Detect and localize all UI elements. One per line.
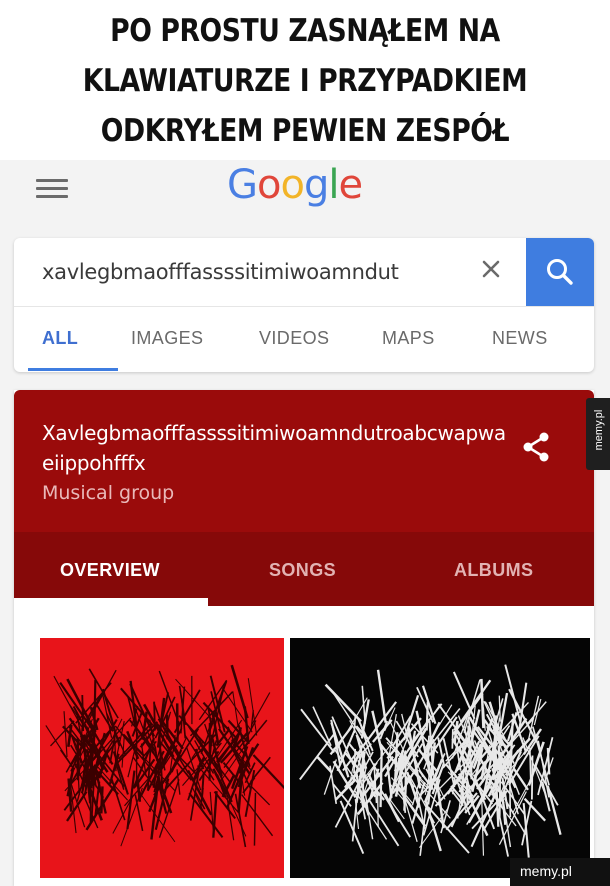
band-name: Xavlegbmaofffassssitimiwoamndutroabcwapw… bbox=[42, 421, 506, 475]
tab-news[interactable]: NEWS bbox=[492, 328, 548, 349]
knowledge-panel-tabs: OVERVIEW SONGS ALBUMS bbox=[14, 532, 594, 606]
memy-watermark-bottom: memy.pl bbox=[510, 858, 610, 886]
tab-images[interactable]: IMAGES bbox=[131, 328, 203, 349]
share-icon[interactable] bbox=[519, 430, 553, 464]
knowledge-panel-header: Xavlegbmaofffassssitimiwoamndutroabcwapw… bbox=[14, 390, 594, 606]
search-button[interactable] bbox=[526, 238, 594, 306]
tab-songs[interactable]: SONGS bbox=[269, 560, 336, 581]
search-input[interactable]: xavlegbmaofffassssitimiwoamndut bbox=[42, 260, 399, 284]
memy-watermark-side: memy.pl bbox=[586, 398, 610, 470]
tab-all[interactable]: ALL bbox=[42, 328, 78, 349]
active-tab-indicator bbox=[28, 368, 118, 371]
band-logo-black-image[interactable] bbox=[290, 638, 590, 878]
active-tab-indicator bbox=[14, 598, 208, 606]
top-bar: Google bbox=[0, 160, 610, 222]
google-screenshot: Google xavlegbmaofffassssitimiwoamndut A… bbox=[0, 160, 610, 886]
entity-type: Musical group bbox=[42, 482, 175, 504]
knowledge-panel: Xavlegbmaofffassssitimiwoamndutroabcwapw… bbox=[14, 390, 594, 886]
caption-line-2: KLAWIATURZE I PRZYPADKIEM bbox=[82, 63, 528, 99]
band-logo-red-image[interactable] bbox=[40, 638, 284, 878]
hamburger-menu-icon[interactable] bbox=[36, 177, 68, 199]
tab-maps[interactable]: MAPS bbox=[382, 328, 435, 349]
tab-albums[interactable]: ALBUMS bbox=[454, 560, 533, 581]
search-icon bbox=[547, 259, 573, 285]
google-logo[interactable]: Google bbox=[227, 162, 363, 208]
tab-videos[interactable]: VIDEOS bbox=[259, 328, 329, 349]
caption-line-1: PO PROSTU ZASNĄŁEM NA bbox=[110, 13, 500, 49]
clear-icon[interactable] bbox=[476, 254, 506, 284]
search-card: xavlegbmaofffassssitimiwoamndut ALL IMAG… bbox=[14, 238, 594, 372]
tab-overview[interactable]: OVERVIEW bbox=[60, 560, 160, 581]
search-tabs: ALL IMAGES VIDEOS MAPS NEWS bbox=[14, 306, 594, 372]
